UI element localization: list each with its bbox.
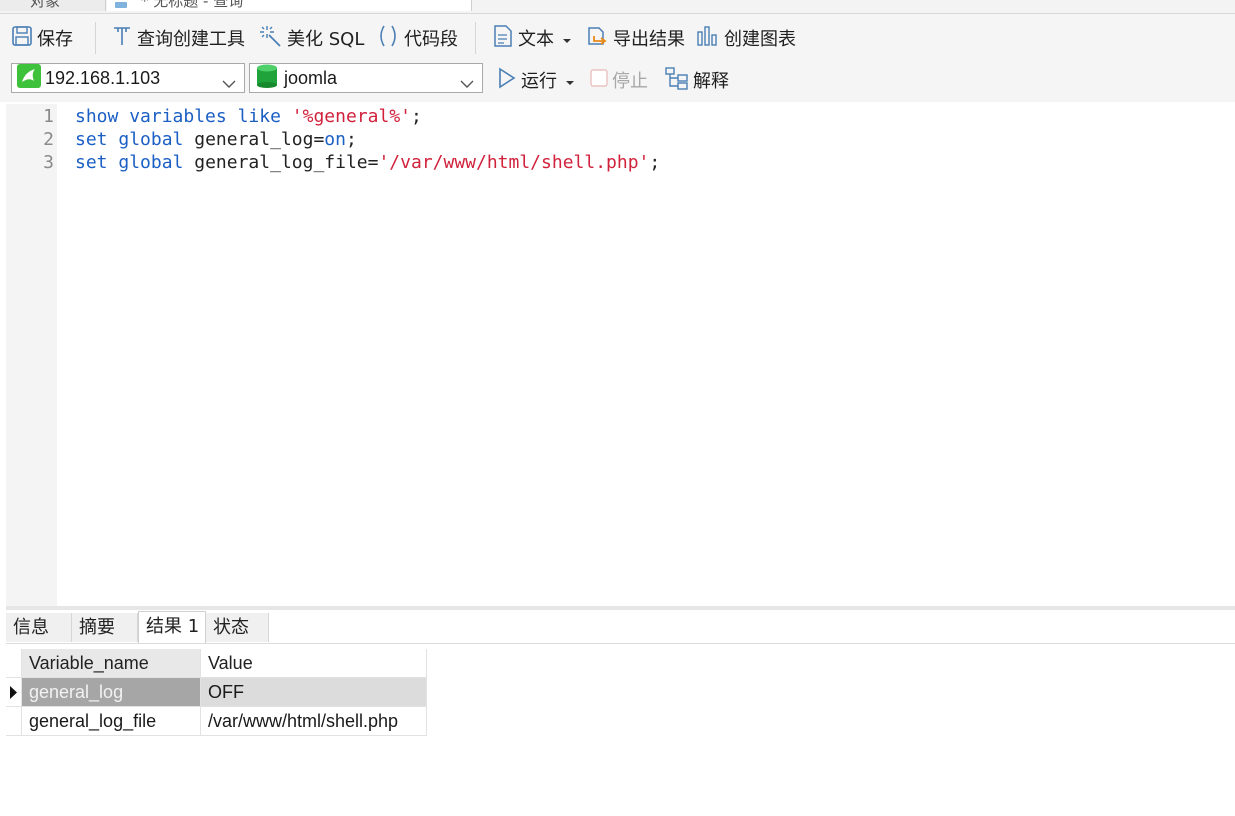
export-icon	[585, 24, 609, 53]
document-tab-strip: 对象 * 无标题 - 查询	[0, 0, 1235, 14]
explain-button[interactable]: 解释	[665, 66, 729, 94]
text-mode-label: 文本	[518, 29, 554, 50]
line-number: 3	[43, 152, 54, 173]
connection-select[interactable]: 192.168.1.103	[11, 63, 245, 93]
row-indicator	[6, 707, 22, 736]
beautify-sql-button[interactable]: 美化 SQL	[259, 24, 364, 52]
stop-label: 停止	[612, 71, 648, 92]
code-line: show variables like '%general%';	[75, 106, 422, 127]
current-row-arrow-icon	[6, 678, 22, 707]
toolbar-separator	[475, 22, 476, 54]
toolbar-separator	[95, 22, 96, 54]
tab-query-label: * 无标题 - 查询	[141, 0, 244, 10]
results-grid[interactable]: Variable_name Value general_log OFF gene…	[6, 649, 427, 739]
stop-button[interactable]: 停止	[590, 66, 648, 94]
code-snippet-label: 代码段	[404, 29, 458, 50]
line-number: 1	[43, 106, 54, 127]
magic-wand-icon	[259, 25, 283, 52]
parentheses-icon	[376, 24, 400, 53]
query-builder-label: 查询创建工具	[137, 29, 245, 50]
query-builder-button[interactable]: 查询创建工具	[111, 24, 245, 52]
database-cylinder-icon	[256, 64, 278, 93]
tab-summary[interactable]: 摘要	[72, 613, 138, 642]
document-icon	[492, 24, 514, 53]
stop-checkbox-icon	[590, 68, 608, 92]
code-line: set global general_log=on;	[75, 129, 357, 150]
table-cell[interactable]: general_log	[22, 678, 201, 707]
export-results-label: 导出结果	[613, 29, 685, 50]
tab-result-1-label: 结果 1	[146, 616, 200, 637]
tab-status-label: 状态	[213, 617, 249, 638]
table-cell[interactable]: general_log_file	[22, 707, 201, 736]
run-button[interactable]: 运行	[497, 66, 575, 94]
tab-summary-label: 摘要	[79, 617, 115, 638]
result-tabs: 信息 摘要 结果 1 状态	[6, 610, 1235, 644]
table-cell[interactable]: OFF	[201, 678, 427, 707]
run-label: 运行	[521, 71, 557, 92]
floppy-disk-icon	[11, 25, 33, 52]
text-mode-dropdown[interactable]: 文本	[492, 24, 572, 52]
column-header[interactable]: Variable_name	[22, 649, 201, 678]
mysql-dolphin-icon	[17, 63, 41, 93]
tab-result-1[interactable]: 结果 1	[138, 611, 206, 643]
export-results-button[interactable]: 导出结果	[585, 24, 685, 52]
table-cell[interactable]: /var/www/html/shell.php	[201, 707, 427, 736]
create-chart-button[interactable]: 创建图表	[696, 24, 796, 52]
main-toolbar: 保存 查询创建工具 美化 SQL 代码段 文本 导出结果 创建图表	[0, 14, 1235, 60]
tab-info[interactable]: 信息	[6, 613, 72, 642]
tab-objects[interactable]: 对象	[0, 0, 106, 11]
sql-editor[interactable]: 1 2 3 show variables like '%general%'; s…	[6, 104, 1235, 606]
chevron-down-icon	[562, 28, 572, 49]
line-number-gutter: 1 2 3	[6, 104, 57, 606]
play-icon	[497, 67, 517, 94]
chevron-down-icon	[565, 70, 575, 91]
column-header[interactable]: Value	[201, 649, 427, 678]
query-tab-icon	[115, 2, 127, 8]
code-snippet-button[interactable]: 代码段	[376, 24, 458, 52]
tab-status[interactable]: 状态	[206, 613, 269, 642]
create-chart-label: 创建图表	[724, 29, 796, 50]
chevron-down-icon	[460, 73, 474, 94]
database-select[interactable]: joomla	[249, 63, 483, 93]
connection-value: 192.168.1.103	[45, 67, 161, 88]
explain-label: 解释	[693, 71, 729, 92]
bar-chart-icon	[696, 24, 720, 53]
line-number: 2	[43, 129, 54, 150]
beautify-sql-label: 美化 SQL	[287, 29, 365, 50]
explain-tree-icon	[665, 66, 689, 95]
query-builder-icon	[111, 25, 133, 52]
tab-objects-label: 对象	[30, 0, 61, 10]
save-label: 保存	[37, 29, 73, 50]
save-button[interactable]: 保存	[11, 24, 73, 52]
connection-toolbar: 192.168.1.103 joomla 运行 停止 解释	[0, 60, 1235, 102]
tab-info-label: 信息	[13, 617, 49, 638]
chevron-down-icon	[222, 73, 236, 94]
row-indicator-header	[6, 649, 22, 678]
code-line: set global general_log_file='/var/www/ht…	[75, 152, 661, 173]
database-value: joomla	[284, 67, 338, 88]
tab-query[interactable]: * 无标题 - 查询	[107, 0, 472, 11]
